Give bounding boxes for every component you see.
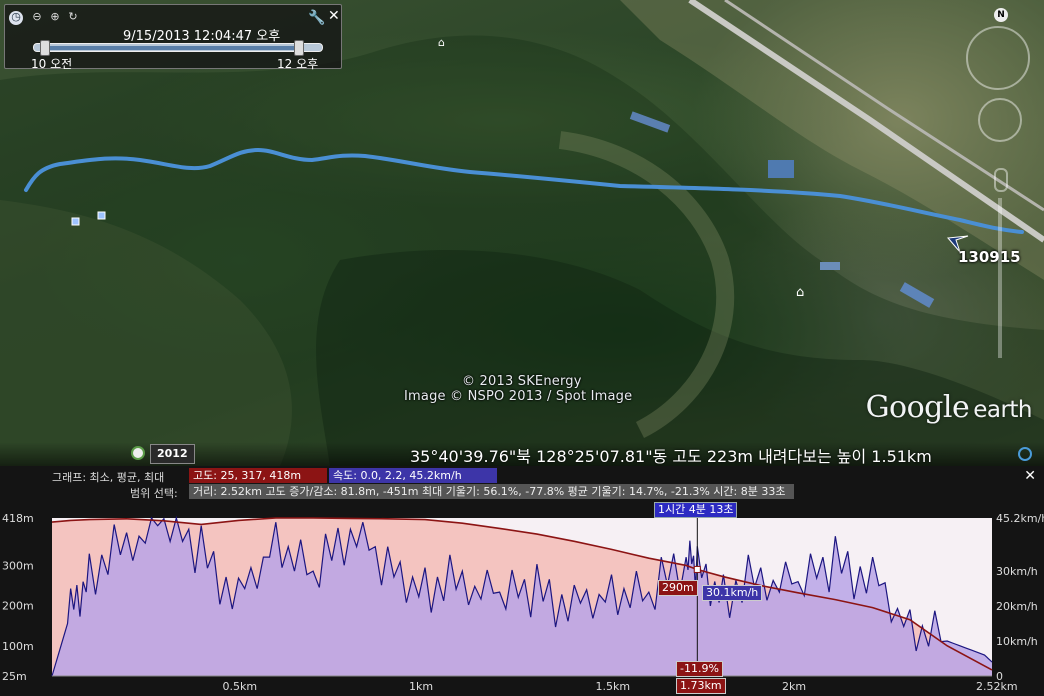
y-right-tick-label: 45.2km/h <box>996 512 1044 525</box>
time-slider-range-fill <box>44 46 302 50</box>
google-earth-window: ⌂ ⌂ 130915 © 2013 SKEnergy Image © NSPO … <box>0 0 1044 696</box>
y-right-tick-label: 20km/h <box>996 600 1038 613</box>
streaming-status-icon <box>1018 447 1032 461</box>
status-bar: 2012 35°40'39.76"북 128°25'07.81"동 고도 223… <box>0 442 1044 466</box>
cursor-speed-label: 30.1km/h <box>702 585 763 601</box>
cursor-grade-label: -11.9% <box>676 661 723 677</box>
navigation-controls: N <box>958 8 1038 428</box>
copyright-line-2: Image © NSPO 2013 / Spot Image <box>404 389 633 404</box>
time-slider-end-handle[interactable] <box>294 40 304 56</box>
zoom-out-icon[interactable]: ⊖ <box>31 11 43 23</box>
north-indicator-icon[interactable]: N <box>994 8 1008 22</box>
move-joystick[interactable] <box>978 98 1022 142</box>
time-slider-start-label: 10 오전 <box>31 57 73 71</box>
time-slider-start-handle[interactable] <box>40 40 50 56</box>
graph-label: 그래프: 최소, 평균, 최대 <box>52 471 165 484</box>
svg-text:⌂: ⌂ <box>796 285 804 300</box>
y-right-tick-label: 30km/h <box>996 565 1038 578</box>
y-left-tick-label: 200m <box>2 600 34 613</box>
cursor-elevation-marker <box>693 565 701 573</box>
cursor-time-label: 1시간 4분 13초 <box>654 502 738 518</box>
wrench-icon[interactable]: 🔧 <box>308 10 325 26</box>
x-tick-label: 2.52km <box>976 680 1018 693</box>
time-slider-track[interactable] <box>33 40 323 56</box>
y-right-tick-label: 10km/h <box>996 635 1038 648</box>
speed-stats-chip[interactable]: 속도: 0.0, 2.2, 45.2km/h <box>329 468 497 483</box>
elevation-stats-chip[interactable]: 고도: 25, 317, 418m <box>189 468 327 483</box>
y-left-tick-label: 300m <box>2 559 34 572</box>
imagery-year-badge[interactable]: 2012 <box>150 444 195 464</box>
x-tick-label: 1km <box>409 680 433 693</box>
svg-text:⌂: ⌂ <box>438 36 445 49</box>
y-left-tick-label: 418m <box>2 512 34 525</box>
replay-icon[interactable]: ↻ <box>67 11 79 23</box>
close-profile-icon[interactable]: ✕ <box>1024 468 1036 484</box>
x-tick-label: 2km <box>782 680 806 693</box>
elevation-profile-panel: 그래프: 최소, 평균, 최대 고도: 25, 317, 418m 속도: 0.… <box>0 466 1044 696</box>
close-icon[interactable]: ✕ <box>328 8 340 24</box>
street-view-pegman-icon[interactable] <box>994 168 1008 192</box>
cursor-elevation-label: 290m <box>658 580 698 596</box>
satellite-map-view[interactable]: ⌂ ⌂ 130915 © 2013 SKEnergy Image © NSPO … <box>0 0 1044 466</box>
x-tick-label: 0.5km <box>223 680 258 693</box>
profile-stats-row-1: 그래프: 최소, 평균, 최대 고도: 25, 317, 418m 속도: 0.… <box>0 468 1044 484</box>
range-stats-chip: 거리: 2.52km 고도 증가/감소: 81.8m, -451m 최대 기울기… <box>189 484 794 499</box>
x-tick-label: 1.5km <box>596 680 631 693</box>
coordinates-readout: 35°40'39.76"북 128°25'07.81"동 고도 223m 내려다… <box>410 447 932 466</box>
y-left-tick-label: 100m <box>2 640 34 653</box>
zoom-slider[interactable] <box>998 198 1002 358</box>
cursor-distance-label: 1.73km <box>676 678 726 694</box>
look-joystick[interactable] <box>966 26 1030 90</box>
time-slider-panel: ◷ ⊖ ⊕ ↻ 🔧 ✕ 9/15/2013 12:04:47 오후 10 오전 … <box>4 4 342 71</box>
time-slider-end-label: 12 오후 <box>277 57 319 71</box>
zoom-in-icon[interactable]: ⊕ <box>49 11 61 23</box>
copyright-line-1: © 2013 SKEnergy <box>462 374 582 389</box>
elevation-chart[interactable]: 418m 300m 200m 100m 25m 45.2km/h 30km/h 20km/h 1… <box>0 498 1044 696</box>
time-slider-datetime: 9/15/2013 12:04:47 오후 <box>123 29 281 44</box>
historical-imagery-clock-icon[interactable] <box>131 446 145 460</box>
elevation-chart-svg: 418m 300m 200m 100m 25m 45.2km/h 30km/h 20km/h 1… <box>2 512 1044 696</box>
y-left-tick-label: 25m <box>2 670 27 683</box>
clock-icon[interactable]: ◷ <box>9 11 23 25</box>
